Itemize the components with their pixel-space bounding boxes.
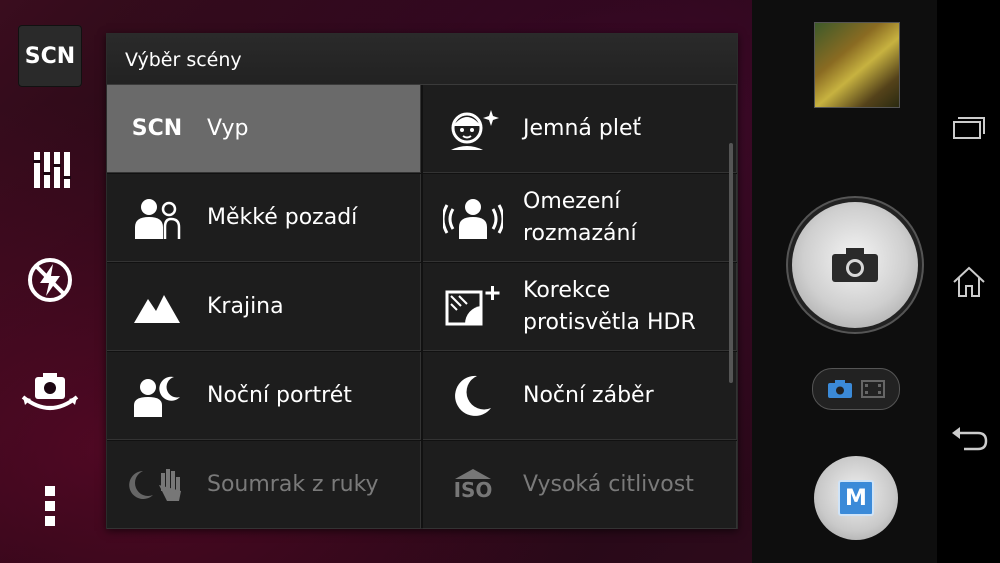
scene-label: Jemná pleť [523,115,642,141]
scene-option-high-sensitivity[interactable]: ISO Vysoká citlivost [423,441,737,529]
flash-off-icon [28,258,72,302]
dialog-title: Výběr scény [107,34,737,85]
photo-video-toggle[interactable] [812,368,900,410]
switch-camera-button[interactable] [18,360,82,424]
more-button[interactable] [18,474,82,538]
backlight-hdr-icon [423,284,523,330]
home-icon [953,266,985,297]
scrollbar[interactable] [729,143,733,383]
photo-mode-icon [828,380,852,398]
sliders-icon [33,152,71,188]
scene-selection-dialog: Výběr scény SCN Vyp Jemná pleť Měkké poz… [106,33,738,529]
night-scene-icon [423,374,523,418]
camera-controls: M [752,0,937,563]
night-portrait-icon [107,373,207,419]
back-icon [952,427,988,451]
scene-grid: SCN Vyp Jemná pleť Měkké pozadí Omezení … [107,85,737,529]
last-photo-thumbnail[interactable] [814,22,900,108]
home-button[interactable] [949,262,989,302]
scene-mode-badge: SCN [18,25,82,87]
settings-button[interactable] [18,138,82,202]
left-toolbar: SCN [0,0,100,563]
scene-option-backlight-hdr[interactable]: Korekce protisvětla HDR [423,263,737,351]
navigation-bar [937,0,1000,563]
flash-button[interactable] [18,248,82,312]
shutter-button[interactable] [792,202,918,328]
scene-label: Měkké pozadí [207,204,358,230]
scn-icon: SCN [131,116,183,141]
soft-snap-icon [107,195,207,241]
scene-button[interactable]: SCN [18,24,82,88]
scene-option-soft-snap[interactable]: Měkké pozadí [107,174,421,262]
recent-apps-icon [953,117,985,139]
scene-label: Soumrak z ruky [207,471,379,497]
scene-option-soft-skin[interactable]: Jemná pleť [423,85,737,173]
scene-label: Korekce protisvětla HDR [523,277,696,335]
scene-label: Krajina [207,293,284,319]
camera-icon [832,248,878,282]
scene-label: Vysoká citlivost [523,471,694,497]
recent-apps-button[interactable] [949,108,989,148]
manual-mode-label: M [838,480,874,516]
scene-label: Noční záběr [523,382,654,408]
scene-option-anti-blur[interactable]: Omezení rozmazání [423,174,737,262]
scene-option-landscape[interactable]: Krajina [107,263,421,351]
switch-camera-icon [21,373,79,410]
scene-label: Noční portrét [207,382,352,408]
scene-option-night-portrait[interactable]: Noční portrét [107,352,421,440]
scene-option-night-scene[interactable]: Noční záběr [423,352,737,440]
scene-option-off[interactable]: SCN Vyp [107,85,421,173]
scene-label: Omezení rozmazání [523,188,637,246]
handheld-twilight-icon [107,465,207,505]
overflow-menu-icon [45,486,55,526]
manual-mode-button[interactable]: M [814,456,898,540]
scene-option-handheld-twilight[interactable]: Soumrak z ruky [107,441,421,529]
landscape-icon [107,289,207,325]
back-button[interactable] [949,420,989,460]
video-mode-icon [861,380,885,398]
high-sensitivity-icon: ISO [423,468,523,501]
scene-label: Vyp [207,115,249,141]
soft-skin-icon [423,106,523,152]
anti-blur-icon [423,195,523,241]
